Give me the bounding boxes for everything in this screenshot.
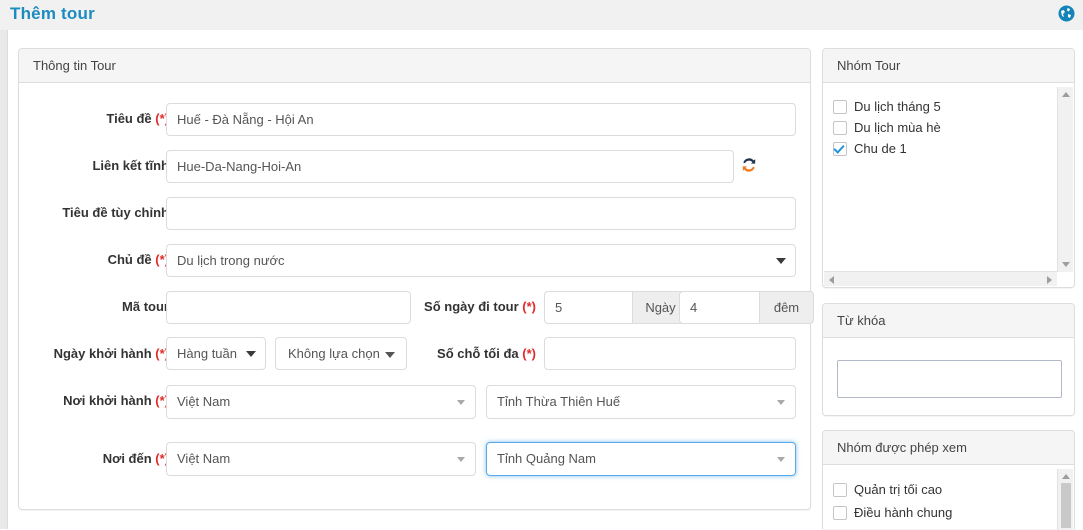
checkbox[interactable]: [833, 99, 847, 114]
scroll-left-arrow-icon[interactable]: [829, 276, 834, 284]
destination-country-select[interactable]: Việt Nam: [166, 442, 476, 476]
chevron-down-icon: [777, 457, 785, 462]
chevron-down-icon: [457, 400, 465, 405]
keyword-input[interactable]: [837, 360, 1062, 398]
list-item-label: Du lịch mùa hè: [854, 120, 941, 135]
departure-province-select[interactable]: Tỉnh Thừa Thiên Huế: [486, 385, 796, 419]
horizontal-scrollbar[interactable]: [824, 271, 1057, 286]
departure-day-dropdown[interactable]: Không lựa chọn: [275, 337, 407, 370]
left-rail: [0, 30, 8, 529]
chevron-down-icon: [246, 351, 256, 357]
view-group-panel-title: Nhóm được phép xem: [823, 431, 1074, 465]
refresh-icon[interactable]: [739, 155, 759, 175]
list-item-label: Chu de 1: [854, 141, 907, 156]
chevron-down-icon: [777, 400, 785, 405]
list-item[interactable]: Quản trị tối cao: [833, 478, 1056, 501]
list-item[interactable]: Du lịch mùa hè: [833, 117, 1056, 138]
departure-country-select[interactable]: Việt Nam: [166, 385, 476, 419]
label-max-slots: Số chỗ tối đa (*): [437, 346, 536, 361]
label-topic: Chủ đề (*): [107, 252, 169, 267]
checkbox[interactable]: [833, 120, 847, 135]
nights-input-group: đêm: [679, 291, 814, 324]
departure-frequency-select[interactable]: Hàng tuần: [166, 337, 266, 370]
list-item[interactable]: Du lịch tháng 5: [833, 96, 1056, 117]
label-slug: Liên kết tĩnh: [92, 158, 169, 173]
list-item[interactable]: Chu de 1: [833, 138, 1056, 159]
tour-group-checkbox-list: Du lịch tháng 5 Du lịch mùa hè Chu de 1: [824, 87, 1056, 271]
label-departure-date: Ngày khởi hành (*): [53, 346, 169, 361]
nights-addon: đêm: [759, 291, 814, 324]
topic-select-value: Du lịch trong nước: [177, 253, 285, 268]
tour-info-panel-title: Thông tin Tour: [19, 49, 810, 83]
departure-country-value: Việt Nam: [177, 394, 231, 409]
days-input-group: Ngày: [544, 291, 689, 324]
scroll-up-arrow-icon[interactable]: [1062, 92, 1070, 97]
globe-icon[interactable]: [1058, 5, 1075, 22]
label-destination: Nơi đến (*): [102, 451, 169, 466]
max-slots-input[interactable]: [544, 337, 796, 370]
keyword-panel-title: Từ khóa: [823, 304, 1074, 338]
scroll-up-arrow-icon[interactable]: [1062, 474, 1070, 479]
page-header: Thêm tour: [0, 0, 1083, 30]
view-group-panel: Nhóm được phép xem Quản trị tối cao Điều…: [822, 430, 1075, 530]
list-item-label: Điều hành chung: [854, 505, 953, 520]
slug-input[interactable]: [166, 150, 734, 183]
chevron-down-icon: [776, 258, 786, 264]
checkbox[interactable]: [833, 141, 847, 156]
departure-frequency-value: Hàng tuần: [177, 346, 237, 361]
departure-province-value: Tỉnh Thừa Thiên Huế: [497, 394, 621, 409]
tour-info-panel: Thông tin Tour Tiêu đề (*) Liên kết tĩnh…: [18, 48, 814, 510]
days-input[interactable]: [544, 291, 632, 324]
tour-group-panel: Nhóm Tour Du lịch tháng 5 Du lịch mùa hè…: [822, 48, 1075, 288]
scroll-right-arrow-icon[interactable]: [1047, 276, 1052, 284]
checkbox[interactable]: [833, 505, 847, 520]
label-duration: Số ngày đi tour (*): [424, 299, 536, 314]
chevron-down-icon: [457, 457, 465, 462]
title-input[interactable]: [166, 103, 796, 136]
list-item-label: Quản trị tối cao: [854, 482, 943, 497]
label-tour-code: Mã tour: [122, 299, 169, 314]
label-title: Tiêu đề (*): [106, 111, 169, 126]
view-group-checkbox-list: Quản trị tối cao Điều hành chung: [824, 469, 1056, 529]
destination-country-value: Việt Nam: [177, 451, 231, 466]
page-title: Thêm tour: [10, 4, 95, 23]
label-custom-title: Tiêu đề tùy chỉnh: [62, 205, 169, 220]
list-item[interactable]: Điều hành chung: [833, 501, 1056, 524]
chevron-down-icon: [385, 352, 395, 358]
destination-province-value: Tỉnh Quảng Nam: [497, 451, 596, 466]
departure-day-value: Không lựa chọn: [288, 346, 380, 361]
checkbox[interactable]: [833, 482, 847, 497]
keyword-panel: Từ khóa: [822, 303, 1075, 416]
vertical-scrollbar[interactable]: [1057, 469, 1073, 530]
vertical-scrollbar[interactable]: [1057, 87, 1073, 272]
list-item-label: Du lịch tháng 5: [854, 99, 941, 114]
nights-input[interactable]: [679, 291, 759, 324]
topic-select[interactable]: Du lịch trong nước: [166, 244, 796, 277]
label-departure-place: Nơi khởi hành (*): [63, 393, 169, 408]
custom-title-input[interactable]: [166, 197, 796, 230]
tour-group-panel-title: Nhóm Tour: [823, 49, 1074, 83]
scrollbar-thumb[interactable]: [1061, 483, 1071, 528]
tour-code-input[interactable]: [166, 291, 411, 324]
scroll-down-arrow-icon[interactable]: [1062, 262, 1070, 267]
destination-province-select[interactable]: Tỉnh Quảng Nam: [486, 442, 796, 476]
